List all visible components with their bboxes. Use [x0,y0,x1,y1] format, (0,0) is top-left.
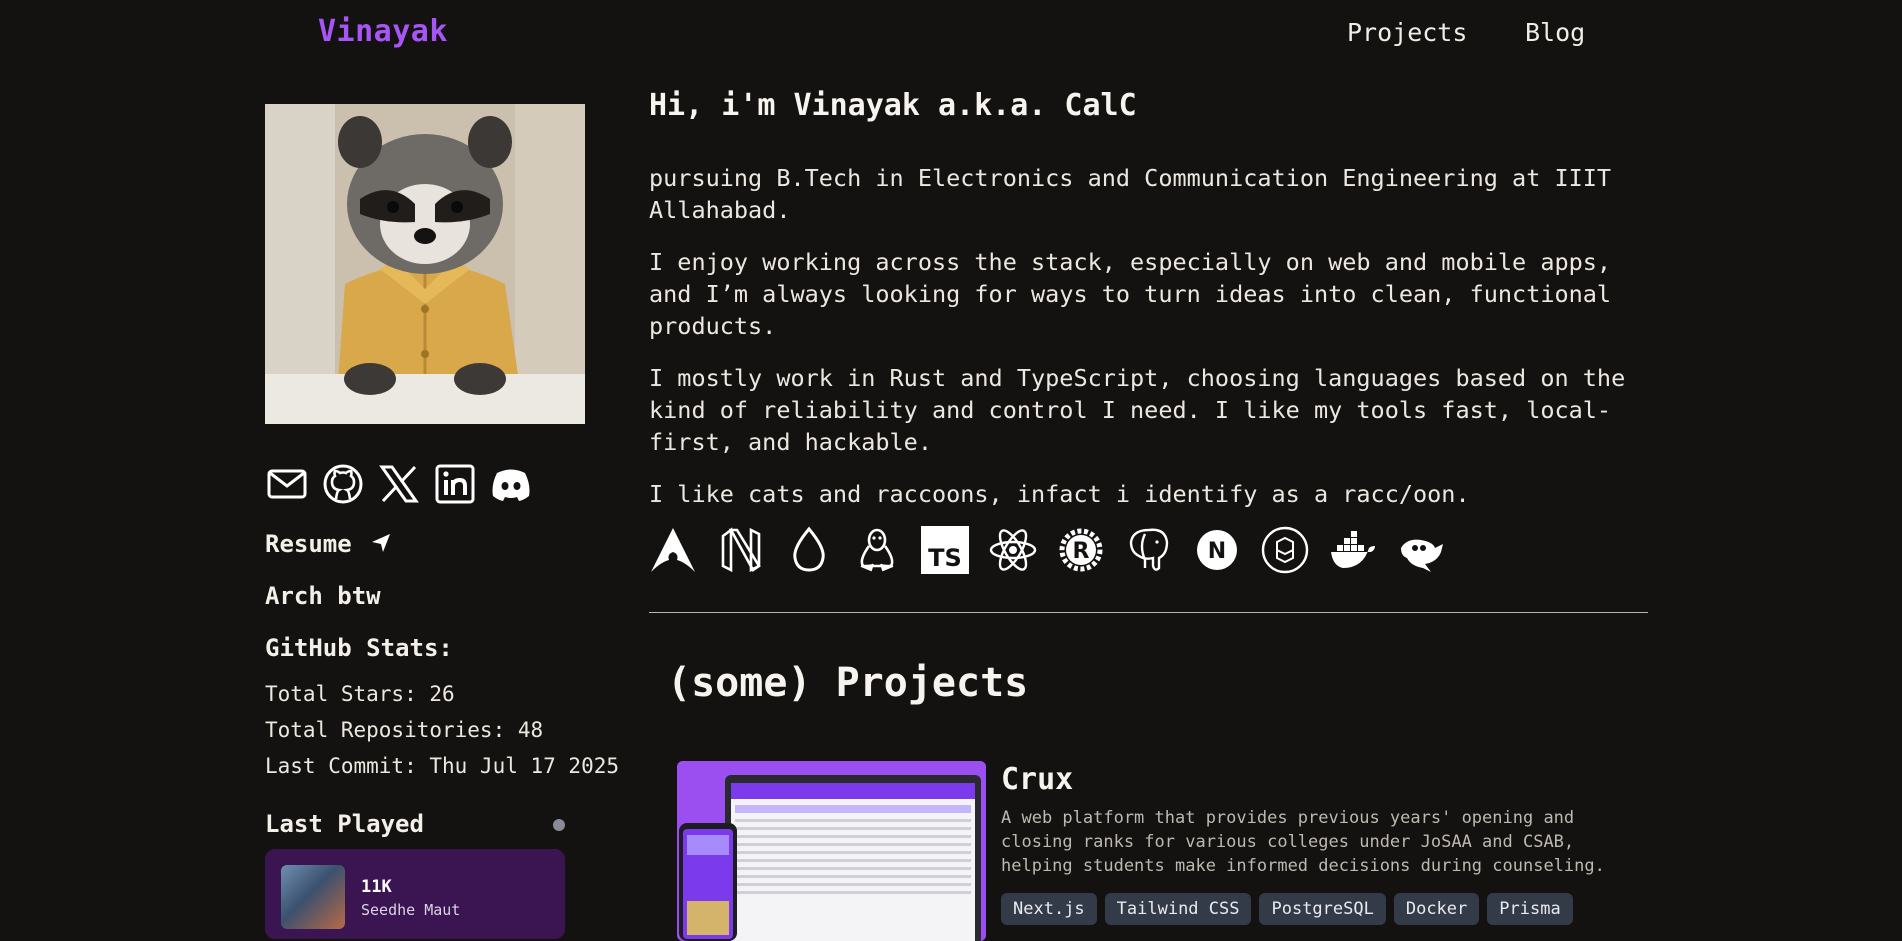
nav-projects[interactable]: Projects [1347,18,1467,47]
arch-btw-text: Arch btw [265,582,381,610]
intro-paragraph: pursuing B.Tech in Electronics and Commu… [649,164,1612,224]
neovim-icon [717,526,765,574]
rust-label: R [1073,539,1090,564]
status-dot [553,819,565,831]
tech-stack: TS R N [649,526,1445,574]
tag-badge: Tailwind CSS [1104,893,1252,925]
tag-badge: PostgreSQL [1259,893,1386,925]
send-arrow-icon [372,534,391,552]
tag-badge: Next.js [1001,893,1097,925]
total-stars: Total Stars: 26 [265,682,455,706]
social-links [265,462,533,506]
nav-blog[interactable]: Blog [1525,18,1585,47]
resume-label: Resume [265,530,352,558]
last-commit: Last Commit: Thu Jul 17 2025 [265,754,620,778]
project-thumbnail[interactable] [677,761,986,941]
brand-logo[interactable]: Vinayak [318,14,448,49]
intro-paragraph: I mostly work in Rust and TypeScript, ch… [649,364,1626,456]
docker-icon [1329,526,1377,574]
project-tags: Next.js Tailwind CSS PostgreSQL Docker P… [1001,893,1573,925]
section-divider [649,612,1648,613]
github-icon[interactable] [321,462,365,506]
tag-badge: Docker [1393,893,1480,925]
gimp-icon [1397,526,1445,574]
rust-icon: R [1057,526,1105,574]
drop-icon [785,526,833,574]
typescript-label: TS [928,544,962,572]
last-played-card[interactable]: 11K Seedhe Maut [265,849,565,939]
typescript-icon: TS [921,526,969,574]
discord-icon[interactable] [489,462,533,506]
page-title: Hi, i'm Vinayak a.k.a. CalC [649,88,1137,123]
mail-icon[interactable] [265,462,309,506]
intro-paragraph: I enjoy working across the stack, especi… [649,248,1612,340]
track-title: 11K [361,877,392,897]
nextjs-icon: N [1193,526,1241,574]
x-icon[interactable] [377,462,421,506]
intro-paragraph: I like cats and raccoons, infact i ident… [649,480,1470,508]
package-icon [1261,526,1309,574]
linux-tux-icon [853,526,901,574]
last-played-title: Last Played [265,810,424,838]
postgresql-icon [1125,526,1173,574]
linkedin-icon[interactable] [433,462,477,506]
album-art [281,865,345,929]
github-stats-title: GitHub Stats: [265,634,453,662]
avatar [265,104,585,424]
project-description: A web platform that provides previous ye… [1001,808,1605,876]
nextjs-label: N [1208,539,1226,564]
arch-linux-icon [649,526,697,574]
projects-heading: (some) Projects [667,660,1029,706]
tag-badge: Prisma [1487,893,1573,925]
project-name[interactable]: Crux [1001,762,1073,797]
total-repositories: Total Repositories: 48 [265,718,544,742]
react-icon [989,526,1037,574]
resume-link[interactable]: Resume [265,530,392,558]
track-artist: Seedhe Maut [361,901,461,919]
